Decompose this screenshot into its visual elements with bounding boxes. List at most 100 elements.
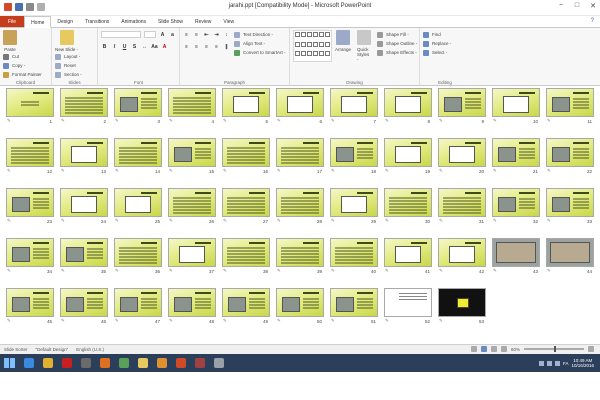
slide-thumbnail[interactable]: ✎ 24 — [60, 188, 108, 224]
section-button[interactable]: Section - — [55, 70, 82, 79]
strikethrough-button[interactable]: S — [131, 44, 138, 50]
decrease-indent-icon[interactable]: ⇤ — [203, 32, 210, 38]
tab-file[interactable]: File — [0, 16, 25, 27]
tab-transitions[interactable]: Transitions — [79, 16, 115, 27]
tab-animations[interactable]: Animations — [115, 16, 152, 27]
slide-thumbnail[interactable]: ✎ 42 — [438, 238, 486, 274]
slide-thumbnail[interactable]: ✎ 40 — [330, 238, 378, 274]
slide-thumbnail[interactable]: ✎ 28 — [276, 188, 324, 224]
layout-button[interactable]: Layout - — [55, 52, 82, 61]
format-painter-button[interactable]: Format Painter — [3, 70, 42, 79]
line-spacing-icon[interactable]: ↕ — [223, 32, 230, 38]
char-spacing-icon[interactable]: ↔ — [141, 44, 148, 50]
slide-thumbnail[interactable]: ✎ 36 — [114, 238, 162, 274]
slide-thumbnail[interactable]: ✎ 14 — [114, 138, 162, 174]
taskbar-app11-button[interactable] — [211, 355, 227, 371]
slide-thumbnail[interactable]: ✎ 45 — [6, 288, 54, 324]
tab-home[interactable]: Home — [24, 16, 52, 28]
slide-thumbnail[interactable]: ✎ 50 — [276, 288, 324, 324]
change-case-icon[interactable]: Aa — [151, 44, 158, 50]
arrange-button[interactable]: Arrange — [335, 30, 351, 62]
quick-styles-button[interactable]: Quick Styles - — [357, 30, 372, 62]
normal-view-icon[interactable] — [470, 346, 477, 352]
align-center-icon[interactable]: ≡ — [193, 44, 200, 50]
slide-thumbnail[interactable]: ✎ 5 — [222, 88, 270, 124]
fit-window-icon[interactable] — [588, 346, 594, 352]
slide-thumbnail[interactable]: ✎ 51 — [330, 288, 378, 324]
language-indicator[interactable]: English (U.S.) — [76, 347, 104, 352]
slide-thumbnail[interactable]: ✎ 47 — [114, 288, 162, 324]
taskbar-powerpoint-button[interactable] — [173, 355, 189, 371]
taskbar-firefox-button[interactable] — [97, 355, 113, 371]
slide-thumbnail[interactable]: ✎ 27 — [222, 188, 270, 224]
taskbar-media2-button[interactable] — [154, 355, 170, 371]
slide-thumbnail[interactable]: ✎ 32 — [492, 188, 540, 224]
shape-effects-button[interactable]: Shape Effects - — [377, 48, 417, 57]
flag-icon[interactable] — [538, 360, 544, 366]
slide-thumbnail[interactable]: ✎ 49 — [222, 288, 270, 324]
slide-thumbnail[interactable]: ✎ 48 — [168, 288, 216, 324]
slide-thumbnail[interactable]: ✎ 15 — [168, 138, 216, 174]
taskbar-app4-button[interactable] — [78, 355, 94, 371]
paste-button[interactable]: Paste — [3, 30, 17, 52]
shape-outline-button[interactable]: Shape Outline - — [377, 39, 417, 48]
slideshow-view-icon[interactable] — [500, 346, 507, 352]
slide-thumbnail[interactable]: ✎ 13 — [60, 138, 108, 174]
slide-thumbnail[interactable]: ✎ 53 — [438, 288, 486, 324]
minimize-button[interactable]: − — [556, 2, 566, 10]
font-size-select[interactable] — [144, 31, 156, 38]
columns-icon[interactable]: ∥ — [223, 44, 230, 50]
clock[interactable]: 10:49 AM 10/16/2016 — [571, 358, 594, 368]
numbering-icon[interactable]: ≡ — [193, 32, 200, 38]
slide-thumbnail[interactable]: ✎ 38 — [222, 238, 270, 274]
justify-icon[interactable]: ≡ — [213, 44, 220, 50]
slide-thumbnail[interactable]: ✎ 12 — [6, 138, 54, 174]
help-icon[interactable]: ? — [585, 16, 600, 27]
slide-thumbnail[interactable]: ✎ 6 — [276, 88, 324, 124]
slide-thumbnail[interactable]: ✎ 21 — [492, 138, 540, 174]
shapes-gallery[interactable] — [293, 30, 332, 62]
slide-thumbnail[interactable]: ✎ 37 — [168, 238, 216, 274]
increase-indent-icon[interactable]: ⇥ — [213, 32, 220, 38]
slide-thumbnail[interactable]: ✎ 7 — [330, 88, 378, 124]
taskbar-ie-button[interactable] — [21, 355, 37, 371]
input-language[interactable]: FA — [563, 361, 569, 366]
slide-thumbnail[interactable]: ✎ 29 — [330, 188, 378, 224]
select-button[interactable]: Select - — [423, 48, 451, 57]
slide-thumbnail[interactable]: ✎ 17 — [276, 138, 324, 174]
slide-thumbnail[interactable]: ✎ 26 — [168, 188, 216, 224]
taskbar-folder-button[interactable] — [135, 355, 151, 371]
slide-thumbnail[interactable]: ✎ 10 — [492, 88, 540, 124]
shape-fill-button[interactable]: Shape Fill - — [377, 30, 417, 39]
start-button[interactable] — [0, 354, 18, 372]
slide-thumbnail[interactable]: ✎ 1 — [6, 88, 54, 124]
close-button[interactable]: ✕ — [588, 2, 598, 10]
align-text-button[interactable]: Align Text - — [234, 39, 286, 48]
bullets-icon[interactable]: ≡ — [183, 32, 190, 38]
slide-thumbnail[interactable]: ✎ 43 — [492, 238, 540, 274]
slide-thumbnail[interactable]: ✎ 30 — [384, 188, 432, 224]
taskbar-media-button[interactable] — [116, 355, 132, 371]
underline-button[interactable]: U — [121, 44, 128, 50]
text-direction-button[interactable]: Text Direction - — [234, 30, 286, 39]
slide-thumbnail[interactable]: ✎ 3 — [114, 88, 162, 124]
bold-button[interactable]: B — [101, 44, 108, 50]
slide-thumbnail[interactable]: ✎ 39 — [276, 238, 324, 274]
replace-button[interactable]: Replace - — [423, 39, 451, 48]
network-icon[interactable] — [546, 360, 552, 366]
find-button[interactable]: Find — [423, 30, 451, 39]
grow-font-icon[interactable]: A — [159, 32, 166, 38]
slide-thumbnail[interactable]: ✎ 41 — [384, 238, 432, 274]
slide-thumbnail[interactable]: ✎ 34 — [6, 238, 54, 274]
volume-icon[interactable] — [554, 360, 560, 366]
slide-thumbnail[interactable]: ✎ 31 — [438, 188, 486, 224]
taskbar-app10-button[interactable] — [192, 355, 208, 371]
font-name-select[interactable] — [101, 31, 141, 38]
align-right-icon[interactable]: ≡ — [203, 44, 210, 50]
taskbar-chrome-button[interactable] — [40, 355, 56, 371]
tab-slide-show[interactable]: Slide Show — [152, 16, 189, 27]
reset-button[interactable]: Reset — [55, 61, 82, 70]
align-left-icon[interactable]: ≡ — [183, 44, 190, 50]
slide-thumbnail[interactable]: ✎ 52 — [384, 288, 432, 324]
tab-review[interactable]: Review — [189, 16, 217, 27]
